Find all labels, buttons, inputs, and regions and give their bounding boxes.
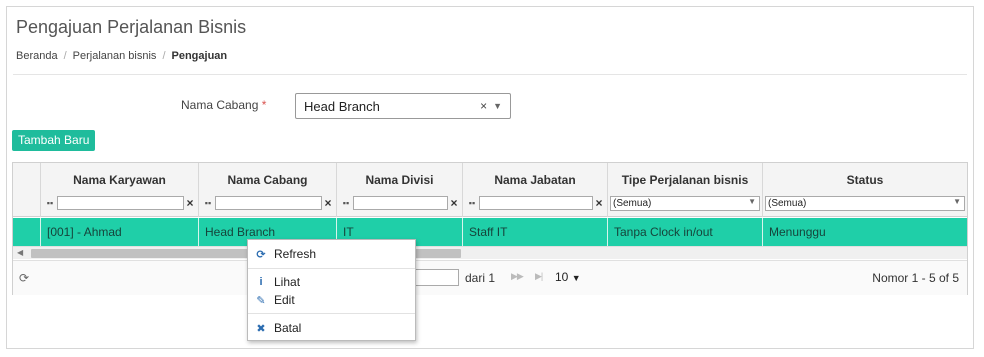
trip-type-filter-select[interactable]: (Semua) [610, 195, 760, 211]
info-icon: i [259, 276, 263, 288]
row-indicator [13, 218, 41, 246]
header-divider [13, 74, 967, 75]
binoculars-icon: ▪▪ [468, 198, 476, 208]
column-position-name[interactable]: Nama Jabatan ▪▪ × [463, 163, 608, 217]
chevron-down-icon[interactable]: ▼ [493, 101, 502, 111]
page-title: Pengajuan Perjalanan Bisnis [16, 17, 247, 37]
column-division-name[interactable]: Nama Divisi ▪▪ × [337, 163, 463, 217]
data-grid: Nama Karyawan ▪▪ × Nama Cabang ▪▪ × Nama… [12, 162, 968, 295]
record-summary: Nomor 1 - 5 of 5 [872, 271, 959, 285]
breadcrumb: Beranda / Perjalanan bisnis / Pengajuan [16, 50, 227, 62]
context-view-label: Lihat [274, 275, 301, 289]
pager: ⟳ dari 1 ▶▶ ▶| 10 ▼ Nomor 1 - 5 of 5 [13, 260, 967, 295]
last-page-icon[interactable]: ▶| [535, 271, 543, 282]
column-trip-type[interactable]: Tipe Perjalanan bisnis (Semua) ▼ [608, 163, 763, 217]
column-title: Nama Divisi [365, 173, 434, 187]
clear-filter-icon[interactable]: × [448, 196, 460, 210]
table-row[interactable]: [001] - Ahmad Head Branch IT Staff IT Ta… [13, 218, 967, 246]
menu-separator [248, 268, 415, 269]
branch-select[interactable]: Head Branch × ▼ [295, 93, 511, 119]
column-title: Nama Karyawan [73, 173, 166, 187]
filter-row: (Semua) ▼ [765, 195, 965, 211]
branch-select-value: Head Branch [304, 98, 380, 114]
clear-filter-icon[interactable]: × [184, 196, 196, 210]
page-size-value: 10 [555, 270, 569, 284]
division-filter-input[interactable] [353, 196, 448, 210]
page-panel: Pengajuan Perjalanan Bisnis Beranda / Pe… [6, 6, 974, 349]
status-filter-select[interactable]: (Semua) [765, 195, 965, 211]
context-refresh-label: Refresh [274, 247, 317, 261]
cell-employee[interactable]: [001] - Ahmad [41, 218, 199, 246]
position-filter-input[interactable] [479, 196, 593, 210]
column-title: Tipe Perjalanan bisnis [621, 173, 749, 187]
chevron-down-icon: ▼ [953, 197, 961, 206]
add-new-button[interactable]: Tambah Baru [12, 130, 96, 151]
branch-filter-input[interactable] [215, 196, 322, 210]
filter-row: ▪▪ × [43, 195, 196, 211]
employee-filter-input[interactable] [57, 196, 184, 210]
refresh-icon[interactable]: ⟳ [19, 271, 29, 285]
chevron-down-icon: ▼ [571, 273, 581, 283]
column-employee-name[interactable]: Nama Karyawan ▪▪ × [41, 163, 199, 217]
refresh-icon: ⟳ [256, 248, 266, 261]
context-refresh[interactable]: ⟳ Refresh [248, 245, 415, 263]
clear-filter-icon[interactable]: × [322, 196, 334, 210]
grid-header: Nama Karyawan ▪▪ × Nama Cabang ▪▪ × Nama… [13, 163, 967, 217]
breadcrumb-separator: / [63, 50, 67, 62]
branch-label-text: Nama Cabang [181, 98, 259, 112]
context-cancel-label: Batal [274, 321, 302, 335]
cell-trip-type[interactable]: Tanpa Clock in/out [608, 218, 763, 246]
horizontal-scrollbar[interactable]: ◀ [13, 246, 967, 259]
column-title: Status [846, 173, 884, 187]
context-view[interactable]: i Lihat [248, 273, 415, 291]
breadcrumb-business-trip[interactable]: Perjalanan bisnis [73, 50, 157, 62]
column-title: Nama Cabang [227, 173, 308, 187]
filter-row: ▪▪ × [465, 195, 605, 211]
filter-row: (Semua) ▼ [610, 195, 760, 211]
page-size-select[interactable]: 10 ▼ [555, 270, 581, 284]
breadcrumb-separator: / [162, 50, 166, 62]
clear-filter-icon[interactable]: × [593, 196, 605, 210]
context-cancel[interactable]: ✖ Batal [248, 319, 415, 337]
edit-icon: ✎ [256, 294, 266, 307]
binoculars-icon: ▪▪ [46, 198, 54, 208]
binoculars-icon: ▪▪ [204, 198, 212, 208]
required-mark: * [261, 98, 267, 112]
cell-position[interactable]: Staff IT [463, 218, 608, 246]
page-number-input[interactable] [413, 269, 459, 286]
binoculars-icon: ▪▪ [342, 198, 350, 208]
menu-separator [248, 313, 415, 314]
page-count: dari 1 [465, 271, 496, 285]
chevron-down-icon: ▼ [748, 197, 756, 206]
column-status[interactable]: Status (Semua) ▼ [763, 163, 967, 217]
branch-label: Nama Cabang * [181, 98, 266, 112]
clear-icon[interactable]: × [480, 99, 487, 113]
close-icon: ✖ [256, 322, 266, 335]
context-menu: ⟳ Refresh i Lihat ✎ Edit ✖ Batal [247, 239, 416, 341]
scroll-left-icon[interactable]: ◀ [17, 247, 23, 259]
breadcrumb-home[interactable]: Beranda [16, 50, 58, 62]
filter-row: ▪▪ × [339, 195, 460, 211]
column-branch-name[interactable]: Nama Cabang ▪▪ × [199, 163, 337, 217]
breadcrumb-current: Pengajuan [171, 50, 228, 62]
filter-row: ▪▪ × [201, 195, 334, 211]
header-spacer [13, 163, 41, 217]
next-page-icon[interactable]: ▶▶ [511, 271, 524, 282]
cell-status[interactable]: Menunggu [763, 218, 967, 246]
context-edit[interactable]: ✎ Edit [248, 291, 415, 309]
context-edit-label: Edit [274, 293, 295, 307]
column-title: Nama Jabatan [494, 173, 576, 187]
